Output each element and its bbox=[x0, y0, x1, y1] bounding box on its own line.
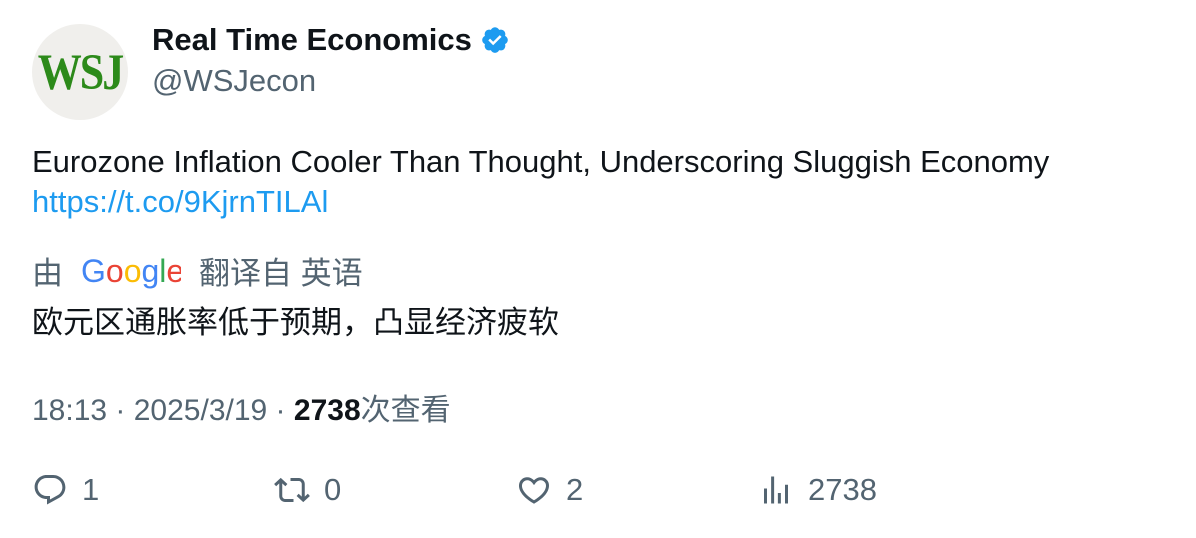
reply-button[interactable]: 1 bbox=[32, 472, 99, 508]
wsj-logo: WSJ bbox=[37, 43, 124, 101]
views-label: 次查看 bbox=[360, 394, 451, 427]
retweet-button[interactable]: 0 bbox=[274, 472, 341, 508]
meta-separator: · bbox=[267, 394, 294, 427]
verified-badge-icon bbox=[480, 25, 510, 55]
translated-text: 欧元区通胀率低于预期，凸显经济疲软 bbox=[32, 305, 559, 340]
retweet-icon bbox=[274, 472, 310, 508]
tweet-meta: 18:13 · 2025/3/19 · 2738次查看 bbox=[32, 385, 451, 429]
views-action-count: 2738 bbox=[808, 472, 877, 507]
retweet-count: 0 bbox=[324, 472, 342, 507]
display-name[interactable]: Real Time Economics bbox=[152, 22, 472, 58]
author-handle[interactable]: @WSJecon bbox=[152, 63, 316, 99]
tweet-time[interactable]: 18:13 bbox=[32, 394, 107, 427]
like-button[interactable]: 2 bbox=[516, 472, 583, 508]
views-count: 2738 bbox=[293, 394, 361, 427]
views-button[interactable]: 2738 bbox=[758, 472, 877, 508]
avatar[interactable]: WSJ bbox=[32, 24, 128, 120]
google-logo-icon: Google bbox=[63, 251, 199, 291]
heart-icon bbox=[516, 472, 552, 508]
tweet-link[interactable]: https://t.co/9KjrnTILAl bbox=[32, 182, 328, 222]
meta-separator: · bbox=[107, 394, 134, 427]
like-count: 2 bbox=[566, 472, 584, 507]
translation-attribution: 由 Google 翻译自 英语 bbox=[32, 248, 363, 293]
reply-icon bbox=[32, 472, 68, 508]
translation-suffix: 翻译自 英语 bbox=[199, 256, 363, 291]
author-name-row: Real Time Economics bbox=[152, 22, 510, 58]
translation-prefix: 由 bbox=[32, 256, 63, 291]
bar-chart-icon bbox=[758, 472, 794, 508]
tweet-body: Eurozone Inflation Cooler Than Thought, … bbox=[32, 144, 1050, 179]
svg-text:Google: Google bbox=[81, 253, 181, 289]
tweet-date[interactable]: 2025/3/19 bbox=[134, 394, 267, 427]
reply-count: 1 bbox=[82, 472, 100, 507]
tweet-text: Eurozone Inflation Cooler Than Thought, … bbox=[32, 142, 1049, 222]
